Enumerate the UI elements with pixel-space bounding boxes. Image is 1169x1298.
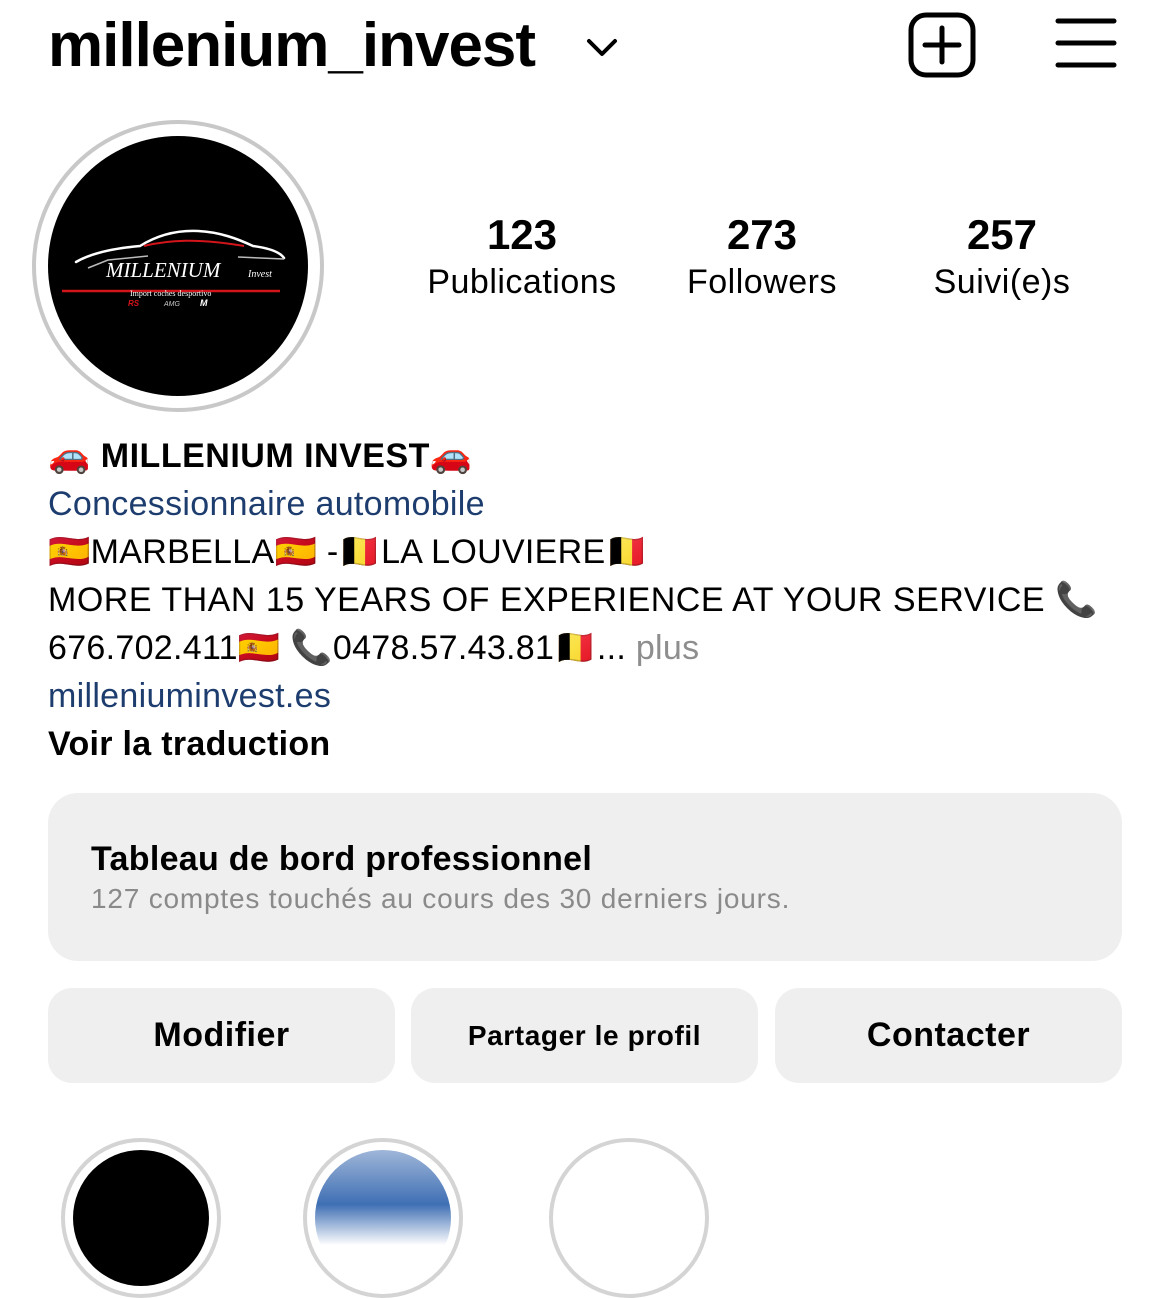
bio-text-line: MORE THAN 15 YEARS OF EXPERIENCE AT YOUR… xyxy=(48,581,1098,619)
stat-value: 273 xyxy=(726,211,798,258)
highlight-cover xyxy=(561,1150,697,1286)
bio-location: 🇪🇸MARBELLA🇪🇸 -🇧🇪LA LOUVIERE🇧🇪 xyxy=(48,533,649,571)
website-link[interactable]: milleniuminvest.es xyxy=(48,672,331,720)
logo-tagline: Import coches desportivo xyxy=(130,289,211,298)
stat-label: Publications xyxy=(427,263,617,301)
bio-text-line: 676.702.411🇪🇸 📞0478.57.43.81🇧🇪... plus xyxy=(48,624,699,672)
stat-publications[interactable]: 123 Publications xyxy=(402,208,642,302)
stat-value: 123 xyxy=(486,211,558,258)
hamburger-menu-icon[interactable] xyxy=(1055,17,1117,69)
highlight-cover xyxy=(315,1150,451,1286)
share-profile-button[interactable]: Partager le profil xyxy=(411,988,758,1083)
bio-phones: 676.702.411🇪🇸 📞0478.57.43.81🇧🇪... xyxy=(48,629,627,667)
edit-profile-button[interactable]: Modifier xyxy=(48,988,395,1083)
stat-value: 257 xyxy=(966,211,1038,258)
logo-badge-rs: RS xyxy=(128,299,140,308)
translate-link[interactable]: Voir la traduction xyxy=(48,720,330,768)
avatar[interactable]: MILLENIUM Invest Import coches desportiv… xyxy=(48,136,308,396)
millenium-logo: MILLENIUM Invest Import coches desportiv… xyxy=(62,229,286,308)
story-highlight[interactable] xyxy=(303,1138,463,1298)
stat-following[interactable]: 257 Suivi(e)s xyxy=(882,208,1122,302)
logo-badge-amg: AMG xyxy=(163,301,181,308)
highlight-cover xyxy=(73,1150,209,1286)
profile-name: 🚗 MILLENIUM INVEST🚗 xyxy=(48,437,473,475)
dashboard-title: Tableau de bord professionnel xyxy=(91,840,593,878)
story-highlight[interactable] xyxy=(61,1138,221,1298)
stat-followers[interactable]: 273 Followers xyxy=(642,208,882,302)
contact-button[interactable]: Contacter xyxy=(775,988,1122,1083)
plus-square-icon[interactable] xyxy=(908,12,976,78)
username-title[interactable]: millenium_invest xyxy=(48,6,536,86)
logo-suffix: Invest xyxy=(247,269,272,280)
dashboard-subtitle: 127 comptes touchés au cours des 30 dern… xyxy=(91,883,791,914)
profile-category[interactable]: Concessionnaire automobile xyxy=(48,480,485,528)
logo-wordmark: MILLENIUM xyxy=(105,258,222,282)
logo-badge-m: M xyxy=(200,298,208,308)
bio-more-link[interactable]: plus xyxy=(626,629,699,667)
story-highlight[interactable] xyxy=(549,1138,709,1298)
chevron-down-icon[interactable] xyxy=(585,30,619,64)
professional-dashboard-card[interactable]: Tableau de bord professionnel 127 compte… xyxy=(48,793,1122,961)
stat-label: Suivi(e)s xyxy=(933,263,1071,301)
stat-label: Followers xyxy=(687,263,837,301)
